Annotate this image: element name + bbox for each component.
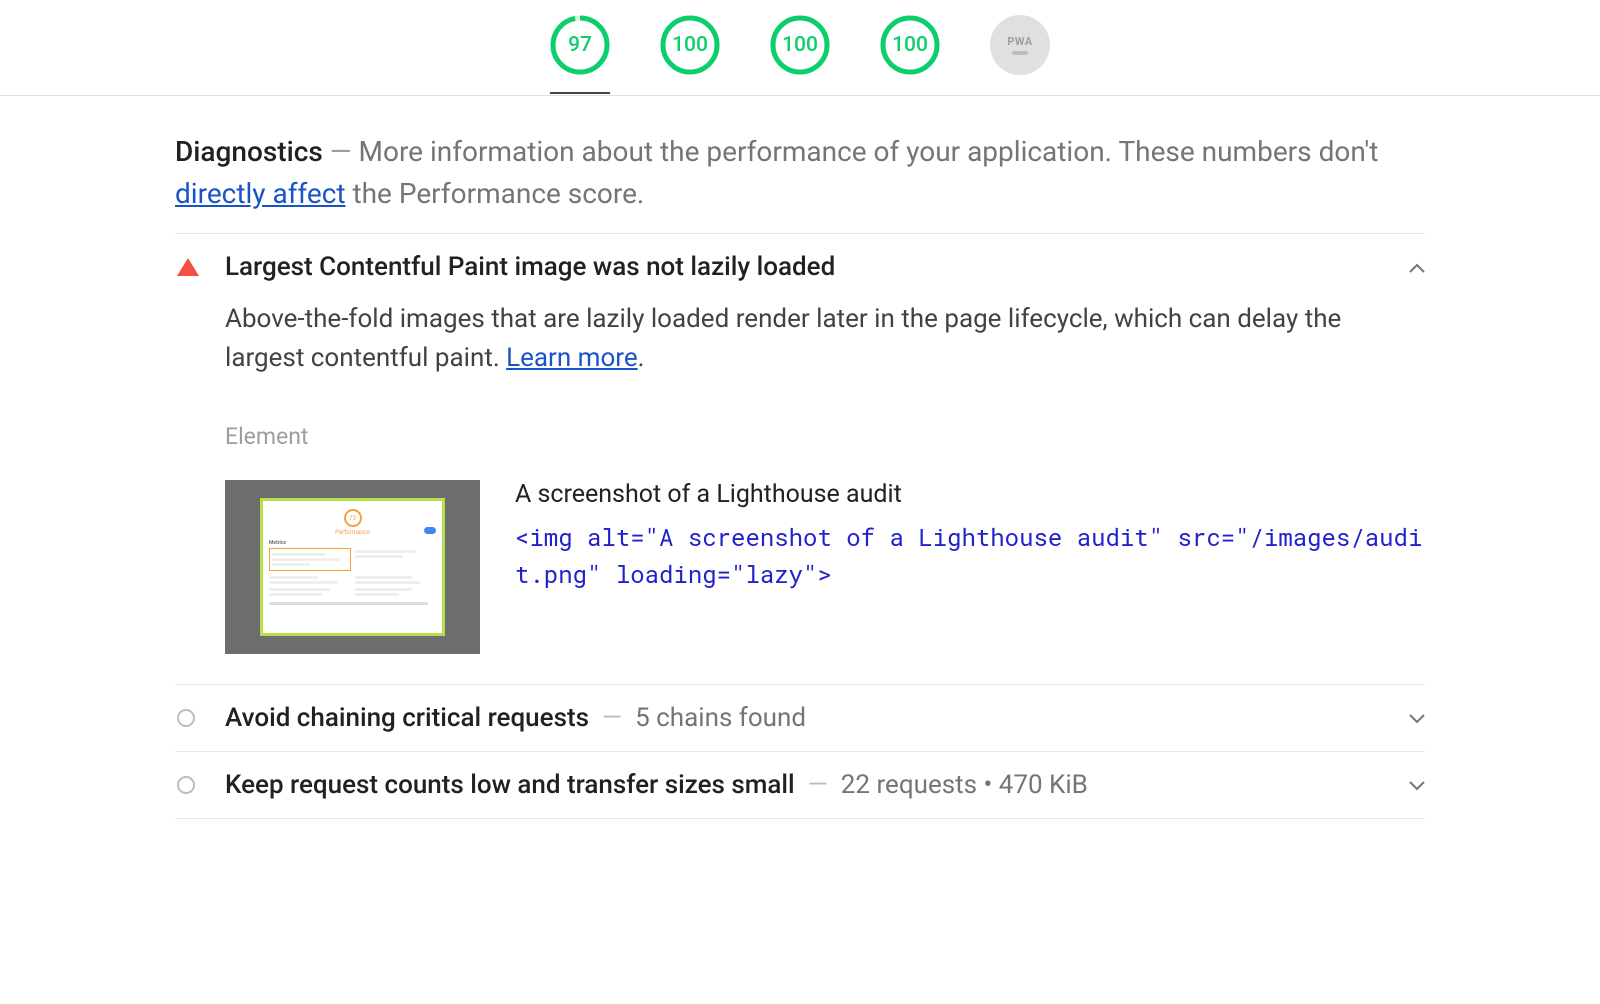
audit-toggle-2[interactable]: Keep request counts low and transfer siz… xyxy=(175,752,1425,818)
content: Diagnostics — More information about the… xyxy=(175,96,1425,819)
score-performance[interactable]: 97 xyxy=(550,15,610,94)
diagnostics-title: Diagnostics xyxy=(175,135,323,168)
element-info: A screenshot of a Lighthouse audit <img … xyxy=(515,480,1425,593)
audit-title-0: Largest Contentful Paint image was not l… xyxy=(225,252,1385,282)
circle-info-icon xyxy=(177,709,195,727)
audit-lcp-lazy: Largest Contentful Paint image was not l… xyxy=(175,234,1425,685)
circle-info-icon xyxy=(177,776,195,794)
score-accessibility[interactable]: 100 xyxy=(660,15,720,75)
element-section-label: Element xyxy=(225,423,1425,450)
audit-title-1: Avoid chaining critical requests — 5 cha… xyxy=(225,703,1385,733)
element-code-snippet: <img alt="A screenshot of a Lighthouse a… xyxy=(515,519,1425,593)
audit-request-counts: Keep request counts low and transfer siz… xyxy=(175,752,1425,819)
triangle-warning-icon xyxy=(177,258,199,276)
score-gauge-3: 100 xyxy=(880,15,940,75)
pwa-bar-icon xyxy=(1012,51,1028,55)
audit-chain-requests: Avoid chaining critical requests — 5 cha… xyxy=(175,685,1425,752)
element-row: 73 Performance Metrics xyxy=(225,480,1425,654)
audit-description-0: Above-the-fold images that are lazily lo… xyxy=(225,300,1425,378)
audit-title-2: Keep request counts low and transfer siz… xyxy=(225,770,1385,800)
audit-toggle-1[interactable]: Avoid chaining critical requests — 5 cha… xyxy=(175,685,1425,751)
pwa-badge-icon: PWA xyxy=(990,15,1050,75)
score-pwa[interactable]: PWA xyxy=(990,15,1050,75)
chevron-down-icon xyxy=(1385,708,1425,729)
chevron-up-icon xyxy=(1385,257,1425,278)
pwa-label: PWA xyxy=(1007,35,1032,48)
score-seo[interactable]: 100 xyxy=(880,15,940,75)
diagnostics-link[interactable]: directly affect xyxy=(175,177,346,210)
diagnostics-desc-after: the Performance score. xyxy=(346,177,645,210)
audit-body-0: Above-the-fold images that are lazily lo… xyxy=(175,300,1425,684)
audit-toggle-0[interactable]: Largest Contentful Paint image was not l… xyxy=(175,234,1425,300)
diagnostics-desc-before: More information about the performance o… xyxy=(359,135,1379,168)
learn-more-link[interactable]: Learn more xyxy=(506,343,638,373)
score-header: 97 100 100 100 PWA xyxy=(0,0,1600,96)
score-gauge-2: 100 xyxy=(770,15,830,75)
element-thumbnail[interactable]: 73 Performance Metrics xyxy=(225,480,480,654)
chevron-down-icon xyxy=(1385,775,1425,796)
diagnostics-header: Diagnostics — More information about the… xyxy=(175,131,1425,234)
score-gauge-0: 97 xyxy=(550,15,610,75)
element-caption: A screenshot of a Lighthouse audit xyxy=(515,480,1425,509)
score-gauge-1: 100 xyxy=(660,15,720,75)
score-best-practices[interactable]: 100 xyxy=(770,15,830,75)
